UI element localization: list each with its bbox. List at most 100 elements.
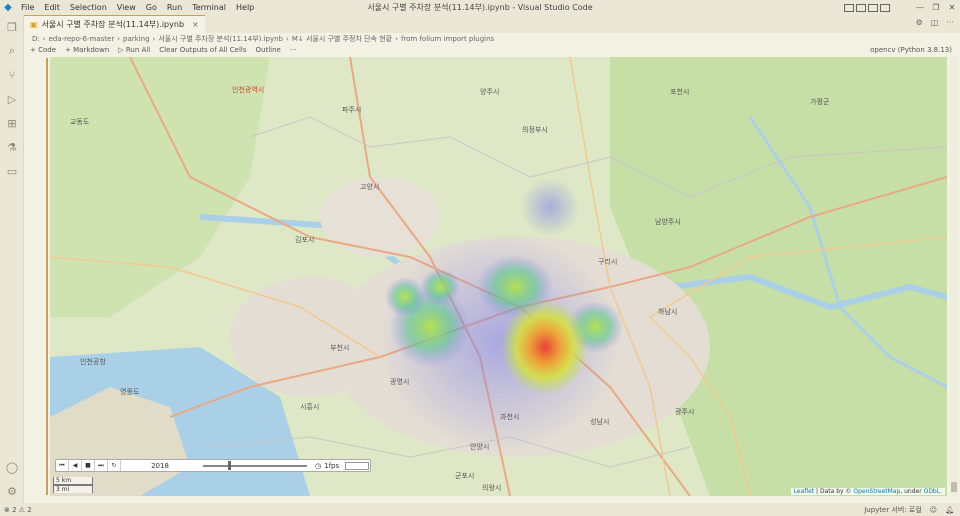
layout-controls bbox=[844, 0, 890, 15]
toolbar-more-button[interactable]: ··· bbox=[290, 46, 297, 54]
time-slider-track bbox=[203, 465, 307, 467]
testing-icon[interactable]: ⚗ bbox=[0, 135, 24, 159]
feedback-icon[interactable]: ☺ bbox=[930, 506, 937, 514]
run-debug-icon[interactable]: ▷ bbox=[0, 87, 24, 111]
map-scale: 5 km 3 mi bbox=[53, 477, 93, 493]
toggle-sidebar-icon[interactable] bbox=[844, 3, 854, 12]
pause-icon[interactable]: ■ bbox=[82, 460, 95, 471]
explorer-icon[interactable]: ❐ bbox=[0, 15, 24, 39]
map-label-incheon-airport: 인천공항 bbox=[80, 358, 106, 366]
scrollbar-thumb[interactable] bbox=[951, 482, 957, 492]
menu-run[interactable]: Run bbox=[162, 3, 187, 12]
problems-indicator[interactable]: ⊗ 2 ⚠ 2 bbox=[4, 506, 32, 514]
more-actions-icon[interactable]: ··· bbox=[946, 18, 954, 27]
speed-control[interactable]: ◷ 1fps bbox=[315, 461, 370, 470]
title-bar: ◆ File Edit Selection View Go Run Termin… bbox=[0, 0, 960, 15]
close-window-icon[interactable]: ✕ bbox=[944, 3, 960, 12]
breadcrumb-markdown-cell[interactable]: M↓ 서울시 구별 주정차 단속 현황 bbox=[292, 34, 392, 44]
scale-km: 5 km bbox=[53, 477, 93, 485]
osm-link[interactable]: OpenStreetMap bbox=[853, 488, 900, 495]
breadcrumb-code-cell[interactable]: from folium import plugins bbox=[401, 35, 494, 43]
source-control-icon[interactable]: ⑂ bbox=[0, 63, 24, 87]
leaflet-link[interactable]: Leaflet bbox=[794, 488, 814, 495]
editor-actions: ⚙ ◫ ··· bbox=[916, 18, 954, 27]
menu-help[interactable]: Help bbox=[231, 3, 259, 12]
window-controls: — ❐ ✕ bbox=[912, 0, 960, 15]
split-editor-icon[interactable]: ◫ bbox=[931, 18, 939, 27]
map-label-gwangju: 광주시 bbox=[675, 408, 695, 416]
kernel-picker[interactable]: opencv (Python 3.8.13) bbox=[870, 46, 952, 54]
add-markdown-button[interactable]: + Markdown bbox=[65, 46, 109, 54]
menu-terminal[interactable]: Terminal bbox=[187, 3, 231, 12]
toggle-panel-icon[interactable] bbox=[856, 3, 866, 12]
speed-slider[interactable] bbox=[345, 461, 370, 470]
map-label-yeongjongdo: 영종도 bbox=[120, 388, 140, 396]
menu-view[interactable]: View bbox=[112, 3, 141, 12]
toggle-secondary-sidebar-icon[interactable] bbox=[868, 3, 878, 12]
folium-map[interactable]: 파주시 고양시 김포시 의정부시 양주시 남양주시 구리시 하남시 부천시 인천… bbox=[50, 57, 947, 496]
notebook-icon: ▣ bbox=[30, 20, 38, 29]
outline-button[interactable]: Outline bbox=[256, 46, 281, 54]
minimize-icon[interactable]: — bbox=[912, 3, 928, 12]
step-forward-icon[interactable]: ⏭ bbox=[95, 460, 108, 471]
customize-layout-icon[interactable] bbox=[880, 3, 890, 12]
map-label-guri: 구리시 bbox=[598, 258, 618, 266]
clear-outputs-button[interactable]: Clear Outputs of All Cells bbox=[159, 46, 246, 54]
map-label-uijeongbu: 의정부시 bbox=[522, 126, 548, 134]
cell-focus-indicator bbox=[46, 58, 48, 495]
extensions-icon[interactable]: ⊞ bbox=[0, 111, 24, 135]
breadcrumb-repo[interactable]: eda-repo-6-master bbox=[49, 35, 115, 43]
notebook-toolbar: + Code + Markdown ▷ Run All Clear Output… bbox=[24, 44, 960, 56]
map-attribution: Leaflet | Data by © OpenStreetMap, under… bbox=[790, 488, 945, 495]
map-label-siheung: 시흥시 bbox=[300, 403, 320, 411]
breadcrumb-file[interactable]: 서울시 구별 주차장 분석(11.14부).ipynb bbox=[158, 34, 283, 44]
map-label-paju: 파주시 bbox=[342, 106, 362, 114]
breadcrumb: D: › eda-repo-6-master › parking › 서울시 구별 주… bbox=[24, 33, 960, 44]
loop-icon[interactable]: ↻ bbox=[108, 460, 121, 471]
settings-gear-icon[interactable]: ⚙ bbox=[916, 18, 923, 27]
breadcrumb-drive[interactable]: D: bbox=[32, 35, 40, 43]
vscode-logo-icon: ◆ bbox=[4, 2, 12, 13]
clock-icon: ◷ bbox=[315, 461, 322, 470]
attribution-under-text: , under bbox=[900, 488, 924, 495]
menu-file[interactable]: File bbox=[16, 3, 39, 12]
manage-gear-icon[interactable]: ⚙ bbox=[0, 479, 24, 503]
time-slider[interactable] bbox=[201, 460, 309, 471]
chevron-right-icon: › bbox=[42, 34, 46, 43]
jupyter-server-status[interactable]: Jupyter 서버: 로컬 bbox=[864, 505, 922, 515]
map-label-incheon: 인천광역시 bbox=[232, 86, 265, 94]
step-back-icon[interactable]: ◀ bbox=[69, 460, 82, 471]
menu-go[interactable]: Go bbox=[141, 3, 162, 12]
chevron-right-icon: › bbox=[152, 34, 156, 43]
menu-bar: File Edit Selection View Go Run Terminal… bbox=[16, 3, 259, 12]
attribution-data-text: | Data by © bbox=[814, 488, 854, 495]
chevron-right-icon: › bbox=[395, 34, 398, 43]
menu-selection[interactable]: Selection bbox=[65, 3, 112, 12]
map-label-namyangju: 남양주시 bbox=[655, 218, 681, 226]
tab-close-icon[interactable]: × bbox=[192, 20, 199, 29]
skip-back-icon[interactable]: ⏮ bbox=[56, 460, 69, 471]
fps-label: 1fps bbox=[324, 461, 340, 470]
add-code-button[interactable]: + Code bbox=[30, 46, 56, 54]
editor-scrollbar[interactable] bbox=[950, 57, 958, 496]
run-all-button[interactable]: ▷ Run All bbox=[118, 46, 150, 54]
odbl-link[interactable]: ODbL. bbox=[924, 488, 942, 495]
menu-edit[interactable]: Edit bbox=[39, 3, 65, 12]
tab-notebook[interactable]: ▣ 서울시 구별 주차장 분석(11.14부).ipynb × bbox=[24, 15, 205, 33]
notifications-bell-icon[interactable]: 🔔︎ bbox=[945, 506, 954, 514]
scale-mi: 3 mi bbox=[53, 485, 93, 493]
map-label-gapyeong: 가평군 bbox=[810, 98, 830, 106]
time-slider-knob[interactable] bbox=[228, 461, 231, 470]
map-label-gwacheon: 과천시 bbox=[500, 413, 520, 421]
map-label-gimpo: 김포시 bbox=[295, 236, 315, 244]
map-label-goyang: 고양시 bbox=[360, 183, 380, 191]
editor-tab-bar: ▣ 서울시 구별 주차장 분석(11.14부).ipynb × ⚙ ◫ ··· bbox=[24, 15, 960, 33]
map-label-yangju: 양주시 bbox=[480, 88, 500, 96]
remote-explorer-icon[interactable]: ▭ bbox=[0, 159, 24, 183]
activity-bar: ❐ ⌕ ⑂ ▷ ⊞ ⚗ ▭ ◯ ⚙ bbox=[0, 15, 24, 503]
time-dimension-control: ⏮ ◀ ■ ⏭ ↻ 2018 ◷ 1fps bbox=[55, 459, 371, 472]
account-icon[interactable]: ◯ bbox=[0, 455, 24, 479]
breadcrumb-folder[interactable]: parking bbox=[123, 35, 150, 43]
restore-icon[interactable]: ❐ bbox=[928, 3, 944, 12]
search-icon[interactable]: ⌕ bbox=[0, 39, 24, 63]
